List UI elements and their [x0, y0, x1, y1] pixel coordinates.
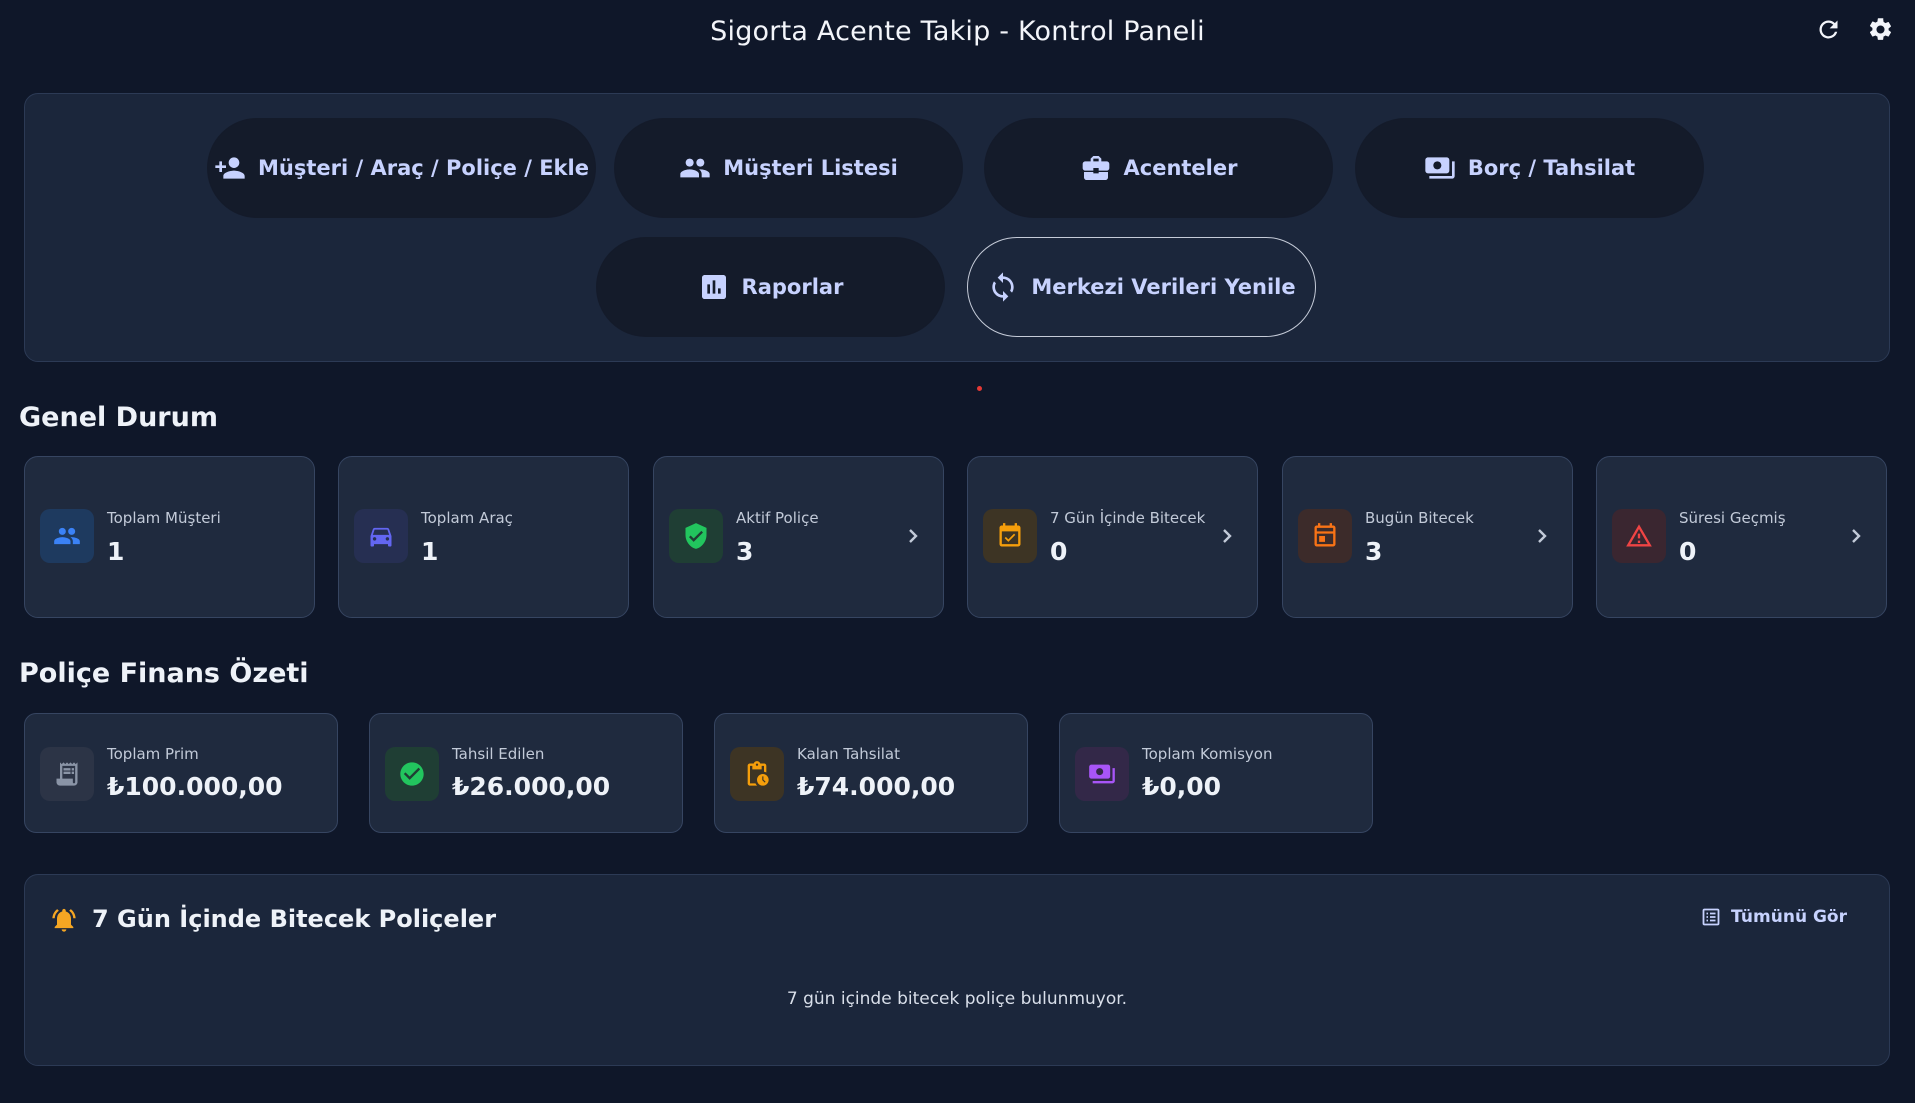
action-panel: Müşteri / Araç / Poliçe / Ekle Müşteri L…: [24, 93, 1890, 362]
see-all-link[interactable]: Tümünü Gör: [1701, 907, 1847, 927]
finance-card-remaining: Kalan Tahsilat ₺74.000,00: [714, 713, 1028, 833]
add-customer-vehicle-policy-button[interactable]: Müşteri / Araç / Poliçe / Ekle: [207, 118, 596, 218]
finance-label: Kalan Tahsilat: [797, 745, 901, 763]
chevron-right-icon: [1532, 525, 1552, 547]
finance-value: ₺100.000,00: [107, 772, 283, 801]
debt-collection-label: Borç / Tahsilat: [1467, 156, 1636, 180]
stat-label: Aktif Poliçe: [736, 509, 819, 527]
users-icon: [680, 158, 710, 178]
stat-card-active-policies[interactable]: Aktif Poliçe 3: [653, 456, 944, 618]
stat-card-expired[interactable]: Süresi Geçmiş 0: [1596, 456, 1887, 618]
header-actions: [1813, 14, 1895, 44]
stat-card-expiring-7-days[interactable]: 7 Gün İçinde Bitecek 0: [967, 456, 1258, 618]
finance-card-collected: Tahsil Edilen ₺26.000,00: [369, 713, 683, 833]
debt-collection-button[interactable]: Borç / Tahsilat: [1355, 118, 1704, 218]
stat-label: Bugün Bitecek: [1365, 509, 1474, 527]
user-plus-icon: [215, 157, 245, 179]
expiring-policies-title: 7 Gün İçinde Bitecek Poliçeler: [92, 905, 497, 933]
customer-list-button[interactable]: Müşteri Listesi: [614, 118, 963, 218]
stat-value: 3: [736, 537, 754, 566]
finance-card-total-premium: Toplam Prim ₺100.000,00: [24, 713, 338, 833]
general-status-title: Genel Durum: [19, 402, 218, 433]
finance-summary-title: Poliçe Finans Özeti: [19, 658, 309, 689]
stat-value: 1: [421, 537, 439, 566]
clipboard-clock-icon: [730, 747, 784, 801]
add-button-label: Müşteri / Araç / Poliçe / Ekle: [258, 156, 589, 180]
agencies-label: Acenteler: [1123, 156, 1238, 180]
see-all-label: Tümünü Gör: [1730, 907, 1847, 927]
stat-label: Süresi Geçmiş: [1679, 509, 1786, 527]
list-icon: [1702, 908, 1720, 926]
top-bar: Sigorta Acente Takip - Kontrol Paneli: [0, 0, 1915, 62]
stat-label: Toplam Araç: [421, 509, 513, 527]
users-icon: [40, 509, 94, 563]
gear-icon[interactable]: [1865, 14, 1895, 44]
agencies-button[interactable]: Acenteler: [984, 118, 1333, 218]
finance-label: Toplam Prim: [107, 745, 199, 763]
finance-value: ₺74.000,00: [797, 772, 956, 801]
expiring-policies-panel: 7 Gün İçinde Bitecek Poliçeler Tümünü Gö…: [24, 874, 1890, 1066]
finance-label: Toplam Komisyon: [1142, 745, 1273, 763]
calendar-check-icon: [983, 509, 1037, 563]
stat-card-total-customers: Toplam Müşteri 1: [24, 456, 315, 618]
refresh-icon[interactable]: [1813, 14, 1843, 44]
finance-card-total-commission: Toplam Komisyon ₺0,00: [1059, 713, 1373, 833]
sync-icon: [992, 272, 1015, 302]
briefcase-icon: [1082, 156, 1109, 180]
chevron-right-icon: [1846, 525, 1866, 547]
bell-icon: [50, 906, 78, 934]
stat-value: 1: [107, 537, 125, 566]
shield-check-icon: [669, 509, 723, 563]
receipt-icon: [40, 747, 94, 801]
stat-label: Toplam Müşteri: [107, 509, 221, 527]
empty-state-message: 7 gün içinde bitecek poliçe bulunmuyor.: [786, 989, 1128, 1009]
car-icon: [354, 509, 408, 563]
stat-value: 3: [1365, 537, 1383, 566]
finance-value: ₺26.000,00: [452, 772, 611, 801]
stat-value: 0: [1050, 537, 1068, 566]
sync-central-data-button[interactable]: Merkezi Verileri Yenile: [967, 237, 1316, 337]
stat-label: 7 Gün İçinde Bitecek: [1050, 509, 1206, 527]
chevron-right-icon: [903, 525, 923, 547]
customer-list-label: Müşteri Listesi: [723, 156, 898, 180]
stat-card-total-vehicles: Toplam Araç 1: [338, 456, 629, 618]
money-icon: [1075, 747, 1129, 801]
chart-icon: [701, 275, 726, 299]
warning-icon: [1612, 509, 1666, 563]
stat-card-expiring-today[interactable]: Bugün Bitecek 3: [1282, 456, 1573, 618]
stat-value: 0: [1679, 537, 1697, 566]
sync-central-data-label: Merkezi Verileri Yenile: [1031, 275, 1296, 299]
chevron-right-icon: [1217, 525, 1237, 547]
check-circle-icon: [385, 747, 439, 801]
money-icon: [1425, 157, 1455, 179]
loading-indicator-dot: [977, 386, 982, 391]
finance-label: Tahsil Edilen: [452, 745, 545, 763]
page-title: Sigorta Acente Takip - Kontrol Paneli: [710, 15, 1205, 47]
calendar-today-icon: [1298, 509, 1352, 563]
reports-label: Raporlar: [741, 275, 844, 299]
finance-value: ₺0,00: [1142, 772, 1222, 801]
reports-button[interactable]: Raporlar: [596, 237, 945, 337]
